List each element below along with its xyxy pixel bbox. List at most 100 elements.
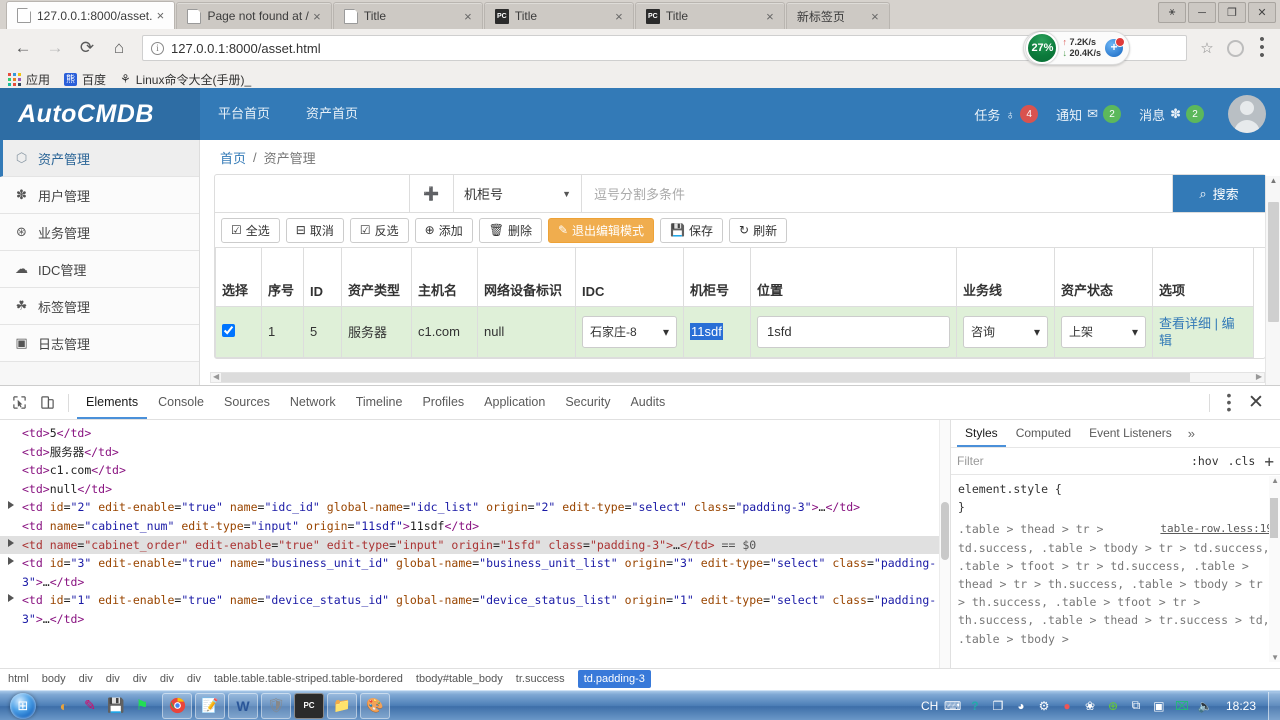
business-unit-select[interactable]: 咨询 ▾ <box>963 315 1048 348</box>
cell-business-unit[interactable]: 咨询 ▾ <box>956 305 1055 358</box>
close-icon[interactable]: × <box>309 9 325 24</box>
crumb-tbody[interactable]: tbody#table_body <box>416 673 503 685</box>
tab-application[interactable]: Application <box>475 386 554 419</box>
row-checkbox[interactable] <box>222 323 235 337</box>
help-icon[interactable]: ? <box>967 699 983 713</box>
windows-tray-icon[interactable]: ❐ <box>990 699 1006 713</box>
sidebar-item-asset[interactable]: ⬡ 资产管理 <box>0 140 199 177</box>
breadcrumb-home[interactable]: 首页 <box>220 148 246 167</box>
save-button[interactable]: 💾 保存 <box>660 217 724 243</box>
crumb-td-selected[interactable]: td.padding-3 <box>577 670 651 688</box>
security-tray-icon[interactable]: ⊕ <box>1105 699 1121 713</box>
browser-tab[interactable]: PC Title × <box>634 2 785 29</box>
tab-security[interactable]: Security <box>556 386 619 419</box>
search-input[interactable]: 逗号分割多条件 <box>582 175 1173 212</box>
vscroll-thumb[interactable] <box>1268 202 1279 322</box>
media-taskbar-icon[interactable]: 🎨 <box>360 692 390 719</box>
network-tray-icon[interactable]: ▣ <box>1151 699 1167 713</box>
add-condition-button[interactable]: ➕ <box>410 175 454 212</box>
cell-options[interactable]: 查看详细 | 编辑 <box>1152 305 1254 358</box>
browser-tab[interactable]: Page not found at / × <box>176 2 332 29</box>
excel-tray-icon[interactable]: ⌧ <box>1174 699 1190 713</box>
sidebar-item-idc[interactable]: ☁ IDC管理 <box>0 251 199 288</box>
browser-tab[interactable]: 127.0.0.1:8000/asset. × <box>6 1 176 29</box>
th-select[interactable]: 选择 <box>215 248 262 307</box>
crumb-div[interactable]: div <box>106 673 120 685</box>
device-toolbar-icon[interactable] <box>34 390 60 416</box>
browser-tab[interactable]: 新标签页 × <box>785 2 890 29</box>
tab-sources[interactable]: Sources <box>215 386 279 419</box>
dom-line[interactable]: <td>5</td> <box>0 424 950 443</box>
crumb-table[interactable]: table.table.table-striped.table-bordered <box>214 673 403 685</box>
th-cabinet-num[interactable]: 机柜号 <box>683 248 751 307</box>
dom-tree[interactable]: <td>5</td> <td>服务器</td> <td>c1.com</td> … <box>0 420 950 668</box>
hscroll-thumb[interactable] <box>221 373 1190 382</box>
styles-filter-input[interactable]: Filter <box>957 454 984 468</box>
show-desktop-button[interactable] <box>1268 691 1280 720</box>
dom-line[interactable]: <td>null</td> <box>0 480 950 499</box>
browser-tab[interactable]: Title × <box>332 2 483 29</box>
expand-triangle-icon[interactable] <box>8 538 14 547</box>
tab-computed[interactable]: Computed <box>1008 420 1079 447</box>
save-disk-icon[interactable]: 💾 <box>106 696 126 716</box>
th-idc[interactable]: IDC <box>575 248 684 307</box>
cls-toggle[interactable]: .cls <box>1228 454 1256 468</box>
expand-triangle-icon[interactable] <box>8 501 14 510</box>
styles-scrollbar[interactable]: ▲ ▼ <box>1269 476 1280 662</box>
th-options[interactable]: 选项 <box>1152 248 1254 307</box>
tab-console[interactable]: Console <box>149 386 213 419</box>
back-icon[interactable]: ← <box>8 33 38 63</box>
windows-switch-icon[interactable]: ⧉ <box>1128 698 1144 713</box>
start-button[interactable]: ⊞ <box>0 692 46 720</box>
devtools-menu-icon[interactable]: • • • <box>1218 388 1240 416</box>
close-icon[interactable]: × <box>867 9 883 24</box>
expand-triangle-icon[interactable] <box>8 594 14 603</box>
devtools-close-icon[interactable]: ✕ <box>1242 391 1270 414</box>
shield-taskbar-icon[interactable]: 🛡 <box>261 692 291 719</box>
volume-icon[interactable]: 🔈 <box>1197 699 1213 713</box>
tools-tray-icon[interactable]: ⚙ <box>1036 699 1052 713</box>
horizontal-scrollbar[interactable]: ◀ ▶ <box>210 372 1265 383</box>
close-icon[interactable]: × <box>762 9 778 24</box>
cell-device-status[interactable]: 上架 ▾ <box>1054 305 1153 358</box>
dom-scrollbar[interactable] <box>939 420 950 668</box>
exit-edit-mode-button[interactable]: ✎ 退出编辑模式 <box>547 217 655 243</box>
qq-penguin-icon[interactable]: ❀ <box>1082 699 1098 713</box>
th-index[interactable]: 序号 <box>261 248 304 307</box>
select-all-button[interactable]: ☑ 全选 <box>221 217 280 243</box>
record-tray-icon[interactable]: ● <box>1059 699 1075 713</box>
rule-source-link[interactable]: table-row.less:19 <box>1160 520 1273 538</box>
dom-line[interactable]: <td id="1" edit-enable="true" name="devi… <box>0 591 950 628</box>
word-taskbar-icon[interactable]: W <box>228 692 258 719</box>
dom-line[interactable]: <td id="2" edit-enable="true" name="idc_… <box>0 498 950 517</box>
nav-tasks[interactable]: 任务 ♁ 4 <box>974 105 1039 124</box>
chrome-menu-icon[interactable]: • • • <box>1252 32 1272 63</box>
nav-link-asset-home[interactable]: 资产首页 <box>288 88 376 140</box>
crumb-html[interactable]: html <box>8 673 29 685</box>
maximize-icon[interactable]: ❐ <box>1218 2 1246 23</box>
table-row[interactable]: 1 5 服务器 c1.com null 石家庄-8 ▾ 11sdf 1sfd 咨… <box>215 305 1254 358</box>
scroll-down-arrow-icon[interactable]: ▼ <box>1271 653 1279 662</box>
cabinet-num-selected-text[interactable]: 11sdf <box>690 323 723 340</box>
notepad-taskbar-icon[interactable]: 📝 <box>195 692 225 719</box>
crumb-body[interactable]: body <box>42 673 66 685</box>
tab-event-listeners[interactable]: Event Listeners <box>1081 420 1180 447</box>
crumb-div[interactable]: div <box>133 673 147 685</box>
app-brand[interactable]: AutoCMDB <box>0 88 200 140</box>
th-hostname[interactable]: 主机名 <box>411 248 478 307</box>
tab-audits[interactable]: Audits <box>621 386 674 419</box>
info-icon[interactable]: i <box>151 41 164 55</box>
crumb-div[interactable]: div <box>160 673 174 685</box>
th-net-device-id[interactable]: 网络设备标识 <box>477 248 576 307</box>
keyboard-icon[interactable]: ⌨ <box>944 699 961 713</box>
device-status-select[interactable]: 上架 ▾ <box>1061 315 1146 348</box>
crumb-div[interactable]: div <box>79 673 93 685</box>
element-style-rule[interactable]: element.style { } <box>958 480 1273 516</box>
close-icon[interactable]: × <box>611 9 627 24</box>
expand-triangle-icon[interactable] <box>8 557 14 566</box>
chrome-taskbar-icon[interactable] <box>162 692 192 719</box>
hov-toggle[interactable]: :hov <box>1191 454 1219 468</box>
search-field-select[interactable]: 机柜号 ▼ <box>454 175 582 212</box>
nav-link-platform-home[interactable]: 平台首页 <box>200 88 288 140</box>
sidebar-item-log[interactable]: ▣ 日志管理 <box>0 325 199 362</box>
